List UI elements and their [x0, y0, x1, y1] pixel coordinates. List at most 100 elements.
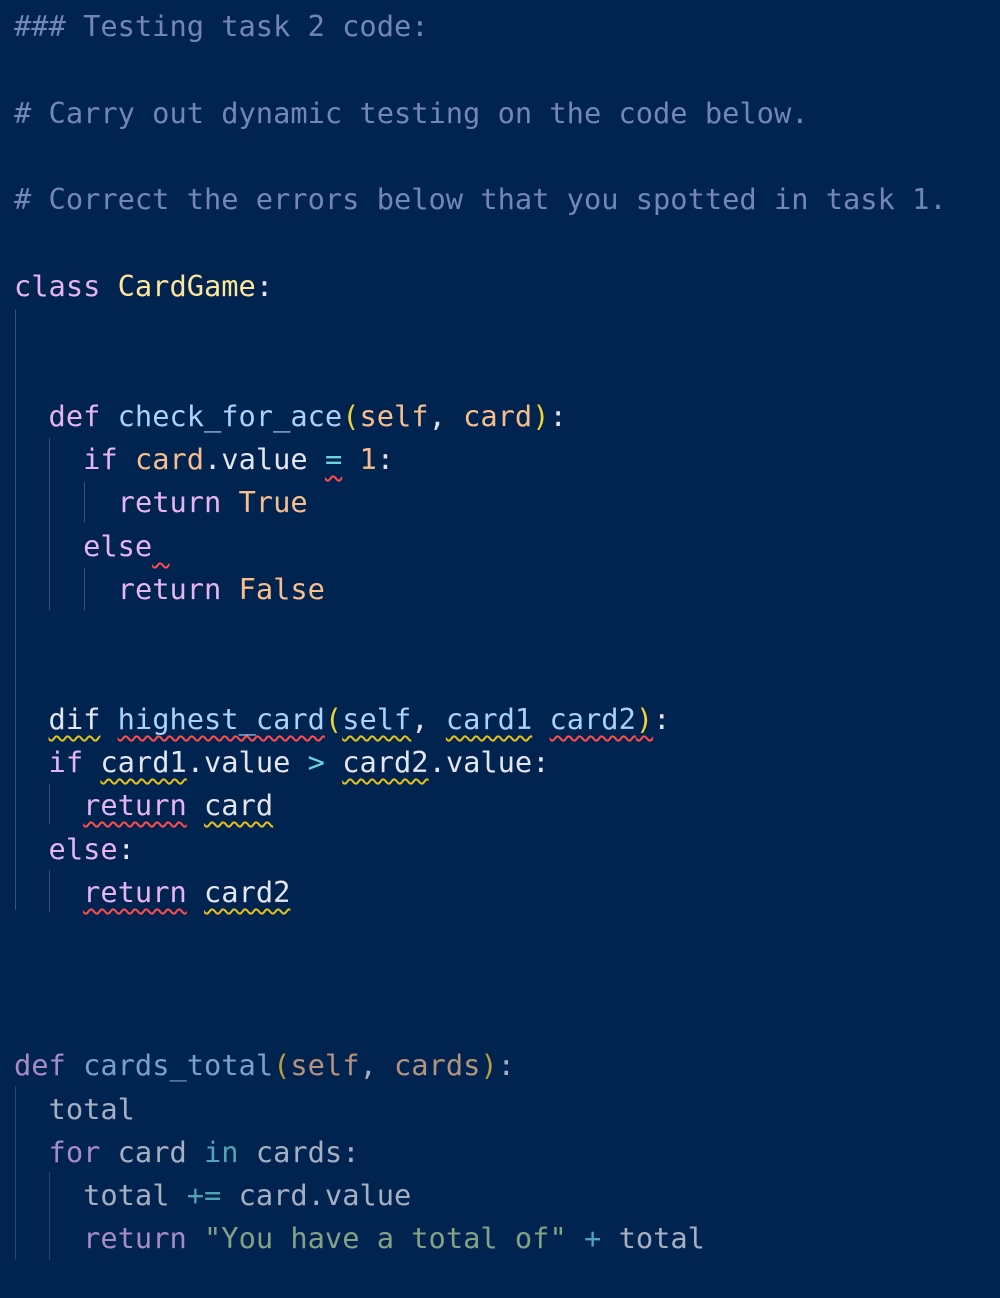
code-token: total [83, 1178, 187, 1212]
code-line[interactable]: total [49, 1087, 135, 1131]
code-token: if [48, 745, 84, 779]
code-line[interactable]: return card2 [83, 870, 290, 914]
code-token: cards [394, 1048, 481, 1082]
code-line[interactable]: class CardGame: [14, 264, 273, 308]
code-token: total [601, 1221, 705, 1255]
code-token: + [584, 1221, 602, 1255]
code-token: return [83, 1221, 187, 1255]
code-token: class [14, 269, 101, 303]
code-line[interactable]: else [83, 524, 169, 568]
code-token: cards_total [83, 1048, 274, 1082]
code-token: in [204, 1135, 239, 1169]
indent-guide [49, 870, 50, 912]
code-token: ### Testing task 2 code: [14, 9, 429, 43]
code-token: , [411, 702, 446, 736]
code-token: card2 [204, 875, 291, 909]
code-token: ( [273, 1048, 291, 1082]
code-token: # Carry out dynamic testing on the code … [14, 96, 809, 130]
code-token: dif [48, 702, 101, 736]
code-token: card.value [221, 1178, 412, 1212]
code-token: : [255, 269, 274, 303]
code-token: return [83, 788, 187, 822]
code-token: ) [635, 702, 654, 736]
code-token: card [463, 399, 533, 433]
code-token: True [238, 485, 308, 519]
code-line[interactable]: # Correct the errors below that you spot… [14, 177, 947, 221]
code-token: .value [186, 745, 308, 779]
code-token: def [48, 399, 101, 433]
code-line[interactable]: def check_for_ace(self, card): [49, 394, 567, 438]
code-token: "You have a total of" [204, 1221, 567, 1255]
code-token: card [204, 788, 274, 822]
indent-guide [49, 1172, 50, 1260]
code-line[interactable]: return False [118, 567, 325, 611]
code-token: ) [532, 399, 550, 433]
code-line[interactable]: for card in cards: [49, 1130, 360, 1174]
code-token: ) [480, 1048, 498, 1082]
indent-guide [15, 310, 16, 910]
indent-guide [84, 482, 85, 522]
indent-guide [84, 568, 85, 610]
code-token: ( [324, 702, 343, 736]
code-line[interactable]: else: [49, 827, 135, 871]
code-token: : [497, 1048, 515, 1082]
code-token: 1 [359, 442, 377, 476]
code-token: # Correct the errors below that you spot… [14, 182, 947, 216]
code-token: = [324, 442, 343, 476]
code-token: .value: [428, 745, 550, 779]
code-token: .value [204, 442, 325, 476]
code-token: highest_card [117, 702, 325, 736]
indent-guide [49, 438, 50, 610]
code-token: card2 [549, 702, 636, 736]
code-token: return [83, 875, 187, 909]
indent-guide [49, 784, 50, 824]
code-token: : [549, 399, 567, 433]
code-line[interactable]: return True [118, 480, 308, 524]
code-token: CardGame [117, 269, 256, 303]
code-token: : [653, 702, 671, 736]
code-token: for [48, 1135, 101, 1169]
code-token: , [428, 399, 464, 433]
code-token: else [83, 529, 153, 563]
code-line[interactable]: def cards_total(self, cards): [14, 1043, 515, 1087]
code-token: card1 [445, 702, 533, 736]
code-token: False [238, 572, 325, 606]
code-line[interactable]: dif highest_card(self, card1 card2): [49, 697, 671, 741]
code-line[interactable]: if card1.value > card2.value: [49, 740, 550, 784]
code-token: return [117, 485, 222, 519]
code-token: return [117, 572, 222, 606]
code-token: += [186, 1178, 222, 1212]
code-line[interactable]: ### Testing task 2 code: [14, 4, 429, 48]
code-token: total [48, 1092, 135, 1126]
code-token: self [342, 702, 412, 736]
code-line[interactable]: return card [83, 783, 273, 827]
code-token: : [376, 442, 395, 476]
code-line[interactable]: if card.value = 1: [83, 437, 394, 481]
code-token: else [48, 832, 118, 866]
code-line[interactable]: total += card.value [83, 1173, 411, 1217]
code-token: , [359, 1048, 395, 1082]
code-token: self [290, 1048, 360, 1082]
code-token: card1 [100, 745, 187, 779]
code-line[interactable]: return "You have a total of" + total [83, 1216, 705, 1260]
code-token: def [14, 1048, 66, 1082]
code-token: cards: [238, 1135, 360, 1169]
code-token: : [117, 832, 135, 866]
code-line[interactable]: # Carry out dynamic testing on the code … [14, 91, 808, 135]
code-token: card [100, 1135, 205, 1169]
code-token: self [359, 399, 429, 433]
